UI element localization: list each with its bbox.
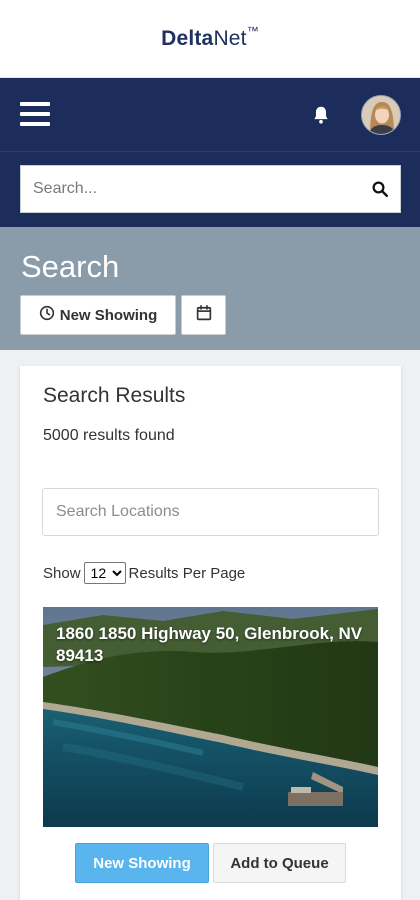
results-count: 5000 results found	[43, 427, 175, 444]
brand-name-bold: Delta	[161, 27, 214, 50]
per-page-select[interactable]: 12	[83, 562, 126, 584]
per-page-suffix: Results Per Page	[128, 564, 246, 582]
search-results-card: Search Results 5000 results found Show 1…	[20, 366, 401, 900]
top-navbar	[0, 78, 420, 151]
results-per-page: Show 12 Results Per Page	[43, 562, 245, 584]
hamburger-menu-icon[interactable]	[20, 102, 50, 127]
trademark-mark: ™	[246, 24, 259, 38]
new-showing-label: New Showing	[59, 306, 158, 324]
search-band	[0, 151, 420, 227]
user-avatar[interactable]	[361, 95, 401, 135]
content-area: Search Results 5000 results found Show 1…	[0, 350, 420, 900]
search-locations-input[interactable]	[42, 488, 379, 536]
clock-icon	[39, 305, 55, 326]
title-band: Search New Showing	[0, 227, 420, 350]
results-title: Search Results	[43, 384, 186, 407]
search-icon[interactable]	[360, 166, 400, 212]
add-to-queue-button[interactable]: Add to Queue	[213, 843, 346, 883]
show-label: Show	[43, 564, 81, 582]
bell-icon[interactable]	[310, 104, 332, 126]
new-showing-button[interactable]: New Showing	[20, 295, 176, 335]
brand-bar: DeltaNet™	[0, 0, 420, 78]
brand-logo[interactable]: DeltaNet™	[161, 24, 259, 51]
search-input[interactable]	[21, 166, 360, 212]
search-box	[20, 165, 401, 213]
calendar-button[interactable]	[181, 295, 226, 335]
page-title: Search	[21, 249, 120, 284]
calendar-icon	[195, 304, 213, 327]
listing-card[interactable]: 1860 1850 Highway 50, Glenbrook, NV 8941…	[43, 607, 378, 827]
brand-name-rest: Net	[213, 27, 247, 50]
listing-address[interactable]: 1860 1850 Highway 50, Glenbrook, NV 8941…	[56, 623, 371, 667]
listing-new-showing-button[interactable]: New Showing	[75, 843, 209, 883]
